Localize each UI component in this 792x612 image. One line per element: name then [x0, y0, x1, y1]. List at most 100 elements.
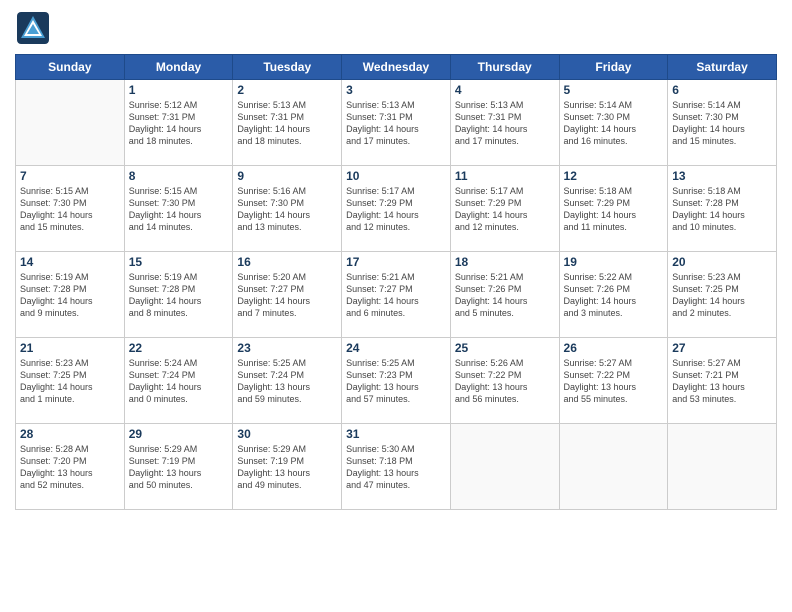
cell-info: Sunrise: 5:22 AM Sunset: 7:26 PM Dayligh…: [564, 271, 664, 320]
weekday-header-tuesday: Tuesday: [233, 55, 342, 80]
page: SundayMondayTuesdayWednesdayThursdayFrid…: [0, 0, 792, 612]
cell-info: Sunrise: 5:13 AM Sunset: 7:31 PM Dayligh…: [346, 99, 446, 148]
cal-cell: 12 Sunrise: 5:18 AM Sunset: 7:29 PM Dayli…: [559, 166, 668, 252]
cal-cell: 28 Sunrise: 5:28 AM Sunset: 7:20 PM Dayli…: [16, 424, 125, 510]
cell-info: Sunrise: 5:30 AM Sunset: 7:18 PM Dayligh…: [346, 443, 446, 492]
cal-cell: 24 Sunrise: 5:25 AM Sunset: 7:23 PM Dayli…: [342, 338, 451, 424]
day-number: 27: [672, 341, 772, 355]
day-number: 28: [20, 427, 120, 441]
week-row-3: 14 Sunrise: 5:19 AM Sunset: 7:28 PM Dayli…: [16, 252, 777, 338]
day-number: 17: [346, 255, 446, 269]
day-number: 25: [455, 341, 555, 355]
cell-info: Sunrise: 5:15 AM Sunset: 7:30 PM Dayligh…: [20, 185, 120, 234]
day-number: 21: [20, 341, 120, 355]
weekday-header-friday: Friday: [559, 55, 668, 80]
day-number: 9: [237, 169, 337, 183]
cell-info: Sunrise: 5:14 AM Sunset: 7:30 PM Dayligh…: [672, 99, 772, 148]
cal-cell: 16Sunrise: 5:20 AM Sunset: 7:27 PM Dayli…: [233, 252, 342, 338]
cell-info: Sunrise: 5:18 AM Sunset: 7:28 PM Dayligh…: [672, 185, 772, 234]
day-number: 4: [455, 83, 555, 97]
cal-cell: 31 Sunrise: 5:30 AM Sunset: 7:18 PM Dayli…: [342, 424, 451, 510]
day-number: 29: [129, 427, 229, 441]
cell-info: Sunrise: 5:18 AM Sunset: 7:29 PM Dayligh…: [564, 185, 664, 234]
cal-cell: 2 Sunrise: 5:13 AM Sunset: 7:31 PM Daylig…: [233, 80, 342, 166]
cell-info: Sunrise: 5:27 AM Sunset: 7:21 PM Dayligh…: [672, 357, 772, 406]
day-number: 26: [564, 341, 664, 355]
day-number: 1: [129, 83, 229, 97]
day-number: 15: [129, 255, 229, 269]
day-number: 22: [129, 341, 229, 355]
weekday-header-sunday: Sunday: [16, 55, 125, 80]
weekday-header-wednesday: Wednesday: [342, 55, 451, 80]
cell-info: Sunrise: 5:21 AM Sunset: 7:27 PM Dayligh…: [346, 271, 446, 320]
day-number: 13: [672, 169, 772, 183]
cell-info: Sunrise: 5:29 AM Sunset: 7:19 PM Dayligh…: [129, 443, 229, 492]
cal-cell: 18Sunrise: 5:21 AM Sunset: 7:26 PM Dayli…: [450, 252, 559, 338]
logo-icon: [15, 10, 51, 46]
cal-cell: [16, 80, 125, 166]
day-number: 7: [20, 169, 120, 183]
cell-info: Sunrise: 5:25 AM Sunset: 7:23 PM Dayligh…: [346, 357, 446, 406]
cell-info: Sunrise: 5:13 AM Sunset: 7:31 PM Dayligh…: [455, 99, 555, 148]
cell-info: Sunrise: 5:23 AM Sunset: 7:25 PM Dayligh…: [20, 357, 120, 406]
cell-info: Sunrise: 5:13 AM Sunset: 7:31 PM Dayligh…: [237, 99, 337, 148]
day-number: 16: [237, 255, 337, 269]
weekday-header-saturday: Saturday: [668, 55, 777, 80]
week-row-2: 7 Sunrise: 5:15 AM Sunset: 7:30 PM Daylig…: [16, 166, 777, 252]
cal-cell: 11 Sunrise: 5:17 AM Sunset: 7:29 PM Dayli…: [450, 166, 559, 252]
day-number: 30: [237, 427, 337, 441]
cal-cell: 26 Sunrise: 5:27 AM Sunset: 7:22 PM Dayli…: [559, 338, 668, 424]
calendar-table: SundayMondayTuesdayWednesdayThursdayFrid…: [15, 54, 777, 510]
cal-cell: [668, 424, 777, 510]
day-number: 3: [346, 83, 446, 97]
day-number: 2: [237, 83, 337, 97]
cell-info: Sunrise: 5:17 AM Sunset: 7:29 PM Dayligh…: [455, 185, 555, 234]
cal-cell: 5 Sunrise: 5:14 AM Sunset: 7:30 PM Daylig…: [559, 80, 668, 166]
day-number: 19: [564, 255, 664, 269]
cal-cell: 7 Sunrise: 5:15 AM Sunset: 7:30 PM Daylig…: [16, 166, 125, 252]
cal-cell: 22 Sunrise: 5:24 AM Sunset: 7:24 PM Dayli…: [124, 338, 233, 424]
cal-cell: 4 Sunrise: 5:13 AM Sunset: 7:31 PM Daylig…: [450, 80, 559, 166]
day-number: 12: [564, 169, 664, 183]
cal-cell: [559, 424, 668, 510]
cal-cell: 14Sunrise: 5:19 AM Sunset: 7:28 PM Dayli…: [16, 252, 125, 338]
cal-cell: 25 Sunrise: 5:26 AM Sunset: 7:22 PM Dayli…: [450, 338, 559, 424]
cell-info: Sunrise: 5:29 AM Sunset: 7:19 PM Dayligh…: [237, 443, 337, 492]
cal-cell: 3 Sunrise: 5:13 AM Sunset: 7:31 PM Daylig…: [342, 80, 451, 166]
day-number: 5: [564, 83, 664, 97]
cal-cell: 27 Sunrise: 5:27 AM Sunset: 7:21 PM Dayli…: [668, 338, 777, 424]
cell-info: Sunrise: 5:24 AM Sunset: 7:24 PM Dayligh…: [129, 357, 229, 406]
day-number: 10: [346, 169, 446, 183]
cell-info: Sunrise: 5:25 AM Sunset: 7:24 PM Dayligh…: [237, 357, 337, 406]
cell-info: Sunrise: 5:28 AM Sunset: 7:20 PM Dayligh…: [20, 443, 120, 492]
cal-cell: 23 Sunrise: 5:25 AM Sunset: 7:24 PM Dayli…: [233, 338, 342, 424]
cell-info: Sunrise: 5:23 AM Sunset: 7:25 PM Dayligh…: [672, 271, 772, 320]
day-number: 18: [455, 255, 555, 269]
cell-info: Sunrise: 5:16 AM Sunset: 7:30 PM Dayligh…: [237, 185, 337, 234]
day-number: 24: [346, 341, 446, 355]
day-number: 6: [672, 83, 772, 97]
day-number: 31: [346, 427, 446, 441]
weekday-header-monday: Monday: [124, 55, 233, 80]
cal-cell: [450, 424, 559, 510]
cell-info: Sunrise: 5:15 AM Sunset: 7:30 PM Dayligh…: [129, 185, 229, 234]
cell-info: Sunrise: 5:27 AM Sunset: 7:22 PM Dayligh…: [564, 357, 664, 406]
day-number: 14: [20, 255, 120, 269]
cal-cell: 9 Sunrise: 5:16 AM Sunset: 7:30 PM Daylig…: [233, 166, 342, 252]
cell-info: Sunrise: 5:26 AM Sunset: 7:22 PM Dayligh…: [455, 357, 555, 406]
cell-info: Sunrise: 5:19 AM Sunset: 7:28 PM Dayligh…: [129, 271, 229, 320]
cal-cell: 19 Sunrise: 5:22 AM Sunset: 7:26 PM Dayli…: [559, 252, 668, 338]
week-row-5: 28 Sunrise: 5:28 AM Sunset: 7:20 PM Dayli…: [16, 424, 777, 510]
cal-cell: 29 Sunrise: 5:29 AM Sunset: 7:19 PM Dayli…: [124, 424, 233, 510]
week-row-1: 1 Sunrise: 5:12 AM Sunset: 7:31 PM Daylig…: [16, 80, 777, 166]
day-number: 20: [672, 255, 772, 269]
day-number: 23: [237, 341, 337, 355]
weekday-header-thursday: Thursday: [450, 55, 559, 80]
weekday-header-row: SundayMondayTuesdayWednesdayThursdayFrid…: [16, 55, 777, 80]
cell-info: Sunrise: 5:17 AM Sunset: 7:29 PM Dayligh…: [346, 185, 446, 234]
cal-cell: 10 Sunrise: 5:17 AM Sunset: 7:29 PM Dayli…: [342, 166, 451, 252]
day-number: 11: [455, 169, 555, 183]
cell-info: Sunrise: 5:12 AM Sunset: 7:31 PM Dayligh…: [129, 99, 229, 148]
cell-info: Sunrise: 5:14 AM Sunset: 7:30 PM Dayligh…: [564, 99, 664, 148]
cal-cell: 6 Sunrise: 5:14 AM Sunset: 7:30 PM Daylig…: [668, 80, 777, 166]
